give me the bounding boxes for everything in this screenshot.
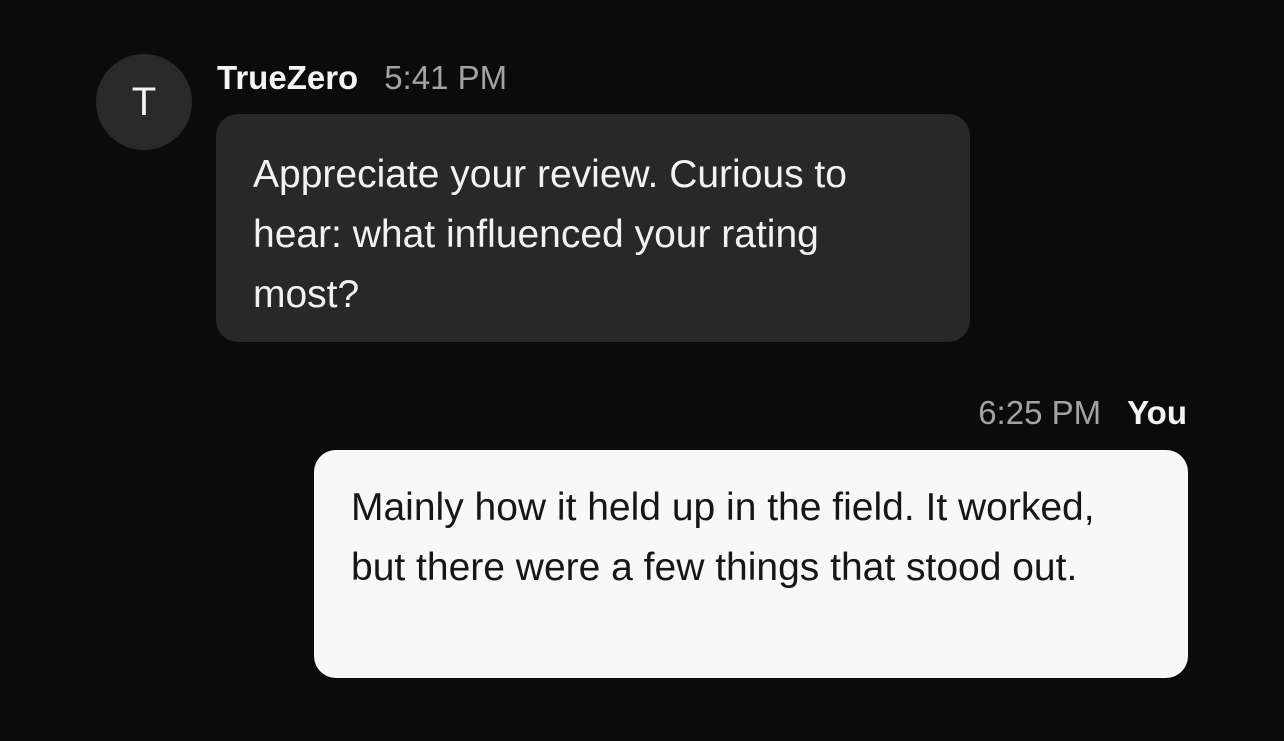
message-timestamp: 6:25 PM xyxy=(978,394,1102,431)
message-timestamp: 5:41 PM xyxy=(384,59,508,96)
sender-name-you: You xyxy=(1127,394,1187,431)
incoming-message-bubble[interactable]: Appreciate your review. Curious to hear:… xyxy=(216,114,970,342)
outgoing-message-header: 6:25 PM You xyxy=(978,391,1187,435)
avatar[interactable]: T xyxy=(96,54,192,150)
chat-thread: T TrueZero 5:41 PM Appreciate your revie… xyxy=(0,0,1284,741)
sender-name[interactable]: TrueZero xyxy=(217,59,358,97)
outgoing-message-bubble[interactable]: Mainly how it held up in the field. It w… xyxy=(314,450,1188,678)
incoming-message-header: TrueZero 5:41 PM xyxy=(217,56,507,100)
avatar-initial: T xyxy=(131,80,157,124)
